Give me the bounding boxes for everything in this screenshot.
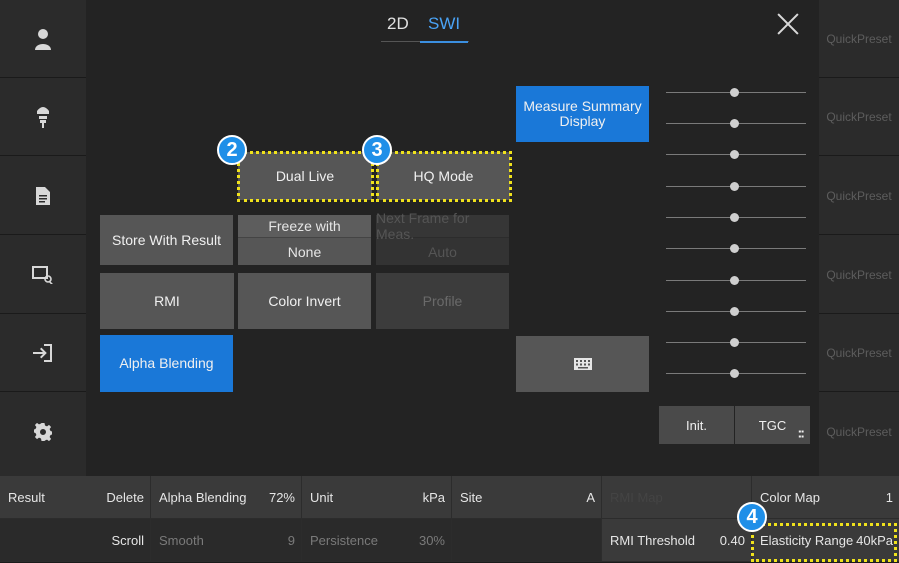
callout-badge-4: 4 (737, 502, 767, 532)
tgc-slider[interactable] (666, 338, 806, 347)
callout-badge-3: 3 (362, 135, 392, 165)
tgc-slider[interactable] (666, 182, 806, 191)
more-options-icon: ▪▪ ▪▪ (798, 427, 804, 441)
tab-2d[interactable]: 2D (387, 14, 409, 34)
tab-active-indicator (420, 41, 468, 43)
next-frame-selector: Next Frame for Meas. Auto (376, 210, 509, 265)
quick-preset-bar: QuickPreset QuickPreset QuickPreset Quic… (819, 0, 899, 476)
gear-icon (34, 423, 52, 441)
scroll-label: Scroll (111, 532, 144, 548)
store-with-result-button[interactable]: Store With Result (100, 215, 233, 265)
freeze-with-selector[interactable]: Freeze with None (238, 215, 371, 265)
tab-swi[interactable]: SWI (428, 14, 460, 34)
alpha-blending-control[interactable]: Alpha Blending 72% (151, 476, 302, 519)
left-sidebar (0, 0, 86, 476)
freeze-with-label: Freeze with (238, 215, 371, 238)
next-frame-value: Auto (428, 243, 457, 260)
quick-preset-button[interactable]: QuickPreset (819, 393, 899, 471)
site-value: A (586, 489, 595, 505)
main-panel: 2D SWI Measure Summary Display Dual Live… (86, 0, 819, 476)
highlight-hq-mode (376, 151, 512, 202)
alpha-blending-value: 72% (268, 489, 295, 505)
quick-preset-button[interactable]: QuickPreset (819, 314, 899, 392)
tgc-slider-knob[interactable] (730, 119, 739, 128)
review-button[interactable] (0, 236, 86, 314)
color-map-value: 1 (885, 489, 893, 505)
probe-button[interactable] (0, 78, 86, 156)
quick-preset-button[interactable]: QuickPreset (819, 78, 899, 156)
keyboard-icon (573, 358, 592, 370)
scroll-control[interactable]: Scroll (0, 519, 151, 562)
tgc-slider[interactable] (666, 244, 806, 253)
end-exam-button[interactable] (0, 314, 86, 392)
patient-button[interactable] (0, 0, 86, 78)
smooth-label: Smooth (159, 532, 204, 548)
tgc-slider[interactable] (666, 276, 806, 285)
rmi-button[interactable]: RMI (100, 273, 234, 329)
callout-badge-2: 2 (217, 135, 247, 165)
profile-button: Profile (376, 273, 509, 329)
quick-preset-button[interactable]: QuickPreset (819, 236, 899, 314)
tgc-slider-knob[interactable] (730, 150, 739, 159)
measure-summary-display-button[interactable]: Measure Summary Display (516, 86, 649, 142)
image-search-icon (32, 265, 53, 284)
close-icon[interactable] (776, 12, 800, 36)
tgc-slider[interactable] (666, 213, 806, 222)
color-invert-button[interactable]: Color Invert (238, 273, 371, 329)
unit-label: Unit (310, 489, 334, 505)
user-icon (35, 28, 51, 50)
probe-icon (37, 106, 49, 128)
tgc-button-label: TGC (758, 417, 787, 433)
unit-control[interactable]: Unit kPa (302, 476, 452, 519)
bottom-control-bar: Result Delete Alpha Blending 72% Unit kP… (0, 476, 899, 563)
tgc-slider[interactable] (666, 307, 806, 316)
tgc-slider[interactable] (666, 150, 806, 159)
next-frame-label: Next Frame for Meas. (376, 210, 509, 242)
result-label: Result (8, 489, 45, 505)
tgc-slider-knob[interactable] (730, 369, 739, 378)
smooth-value: 9 (287, 532, 295, 548)
freeze-with-value: None (287, 243, 322, 260)
rmi-map-control: RMI Map (602, 476, 752, 519)
quick-preset-button[interactable]: QuickPreset (819, 0, 899, 78)
tgc-slider-knob[interactable] (730, 182, 739, 191)
tgc-slider-knob[interactable] (730, 276, 739, 285)
quick-preset-button[interactable]: QuickPreset (819, 157, 899, 235)
tgc-slider-knob[interactable] (730, 338, 739, 347)
keyboard-button[interactable] (516, 336, 649, 392)
smooth-control[interactable]: Smooth 9 (151, 519, 302, 562)
site-label: Site (460, 489, 483, 505)
site-control[interactable]: Site A (452, 476, 602, 519)
tgc-slider-knob[interactable] (730, 88, 739, 97)
persistence-control[interactable]: Persistence 30% (302, 519, 452, 562)
alpha-blending-label: Alpha Blending (159, 489, 247, 505)
rmi-threshold-label: RMI Threshold (610, 532, 696, 548)
tgc-slider[interactable] (666, 119, 806, 128)
tgc-slider[interactable] (666, 88, 806, 97)
color-map-label: Color Map (760, 489, 820, 505)
result-delete-control[interactable]: Result Delete (0, 476, 151, 519)
color-map-control[interactable]: Color Map 1 (752, 476, 899, 519)
tgc-slider-knob[interactable] (730, 213, 739, 222)
rmi-map-label: RMI Map (610, 489, 663, 505)
exit-icon (33, 343, 52, 362)
unit-value: kPa (422, 489, 445, 505)
persistence-label: Persistence (310, 532, 378, 548)
persistence-value: 30% (418, 532, 445, 548)
rmi-threshold-control[interactable]: RMI Threshold 0.40 (602, 519, 752, 562)
tgc-slider-knob[interactable] (730, 307, 739, 316)
highlight-dual-live (237, 151, 374, 202)
settings-button[interactable] (0, 393, 86, 471)
report-button[interactable] (0, 157, 86, 235)
document-icon (36, 186, 50, 205)
delete-label: Delete (106, 489, 144, 505)
rmi-threshold-value: 0.40 (719, 532, 745, 548)
alpha-blending-button[interactable]: Alpha Blending (100, 335, 233, 392)
empty-control (452, 519, 602, 562)
init-button[interactable]: Init. (659, 406, 734, 444)
tgc-button[interactable]: TGC ▪▪ ▪▪ (735, 406, 810, 444)
tgc-slider-knob[interactable] (730, 244, 739, 253)
highlight-elasticity-range (751, 523, 897, 562)
tgc-slider[interactable] (666, 369, 806, 378)
